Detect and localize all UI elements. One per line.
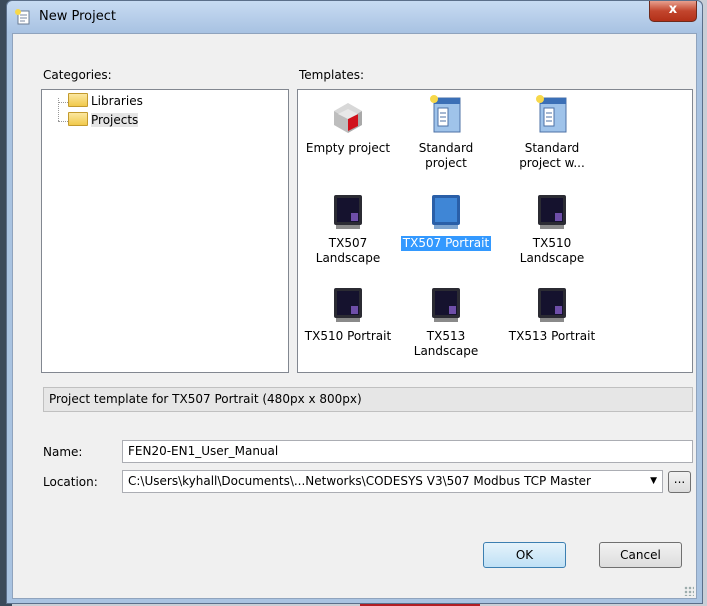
template-label: TX507 Portrait bbox=[400, 236, 492, 251]
dialog-title: New Project bbox=[39, 9, 116, 24]
panel-device-icon bbox=[432, 288, 460, 322]
tree-connector bbox=[58, 121, 68, 122]
templates-label: Templates: bbox=[299, 68, 365, 82]
template-item-tx510-landscape[interactable]: TX510 Landscape bbox=[504, 193, 600, 266]
categories-tree[interactable]: Libraries Projects bbox=[41, 89, 289, 373]
panel-device-icon bbox=[432, 195, 460, 229]
category-item-libraries[interactable]: Libraries bbox=[68, 93, 143, 110]
template-label: TX510 Portrait bbox=[304, 329, 392, 343]
categories-label: Categories: bbox=[43, 68, 112, 82]
standard-project-icon bbox=[536, 95, 567, 133]
tree-connector bbox=[58, 102, 68, 103]
template-label: Empty project bbox=[305, 141, 391, 155]
panel-device-icon bbox=[538, 195, 566, 229]
empty-project-icon bbox=[334, 103, 362, 133]
chevron-down-icon[interactable]: ▼ bbox=[650, 471, 657, 492]
panel-device-icon bbox=[538, 288, 566, 322]
template-item-empty-project[interactable]: Empty project bbox=[300, 100, 396, 156]
new-project-dialog: New Project x Categories: Libraries Proj… bbox=[6, 0, 703, 604]
location-label: Location: bbox=[43, 475, 98, 489]
templates-list[interactable]: Empty project Standard project Standard … bbox=[297, 89, 693, 373]
location-value: C:\Users\kyhall\Documents\...Networks\CO… bbox=[128, 474, 591, 488]
template-label: Standard project w... bbox=[519, 141, 585, 170]
template-item-tx507-landscape[interactable]: TX507 Landscape bbox=[300, 193, 396, 266]
template-item-tx507-portrait[interactable]: TX507 Portrait bbox=[398, 193, 494, 251]
template-label: TX510 Landscape bbox=[519, 236, 585, 265]
resize-grip-icon[interactable] bbox=[684, 586, 694, 596]
category-item-projects[interactable]: Projects bbox=[68, 112, 139, 129]
panel-device-icon bbox=[334, 195, 362, 229]
template-label: TX507 Landscape bbox=[315, 236, 381, 265]
template-label: TX513 Portrait bbox=[508, 329, 596, 343]
template-item-tx513-landscape[interactable]: TX513 Landscape bbox=[398, 286, 494, 359]
panel-device-icon bbox=[334, 288, 362, 322]
standard-project-icon bbox=[430, 95, 461, 133]
location-dropdown[interactable]: C:\Users\kyhall\Documents\...Networks\CO… bbox=[122, 470, 663, 493]
template-label: Standard project bbox=[418, 141, 474, 170]
new-project-icon bbox=[15, 9, 30, 25]
folder-icon bbox=[68, 112, 88, 126]
title-bar[interactable]: New Project x bbox=[7, 1, 702, 33]
name-label: Name: bbox=[43, 445, 83, 459]
name-field[interactable]: FEN20-EN1_User_Manual bbox=[122, 440, 693, 463]
template-item-tx513-portrait[interactable]: TX513 Portrait bbox=[504, 286, 600, 344]
close-button[interactable]: x bbox=[649, 1, 697, 22]
template-description: Project template for TX507 Portrait (480… bbox=[43, 387, 693, 412]
ok-button[interactable]: OK bbox=[483, 542, 566, 568]
folder-icon bbox=[68, 93, 88, 107]
template-item-standard-project-w[interactable]: Standard project w... bbox=[504, 94, 600, 171]
browse-button[interactable]: ... bbox=[668, 471, 691, 493]
template-label: TX513 Landscape bbox=[413, 329, 479, 358]
template-item-tx510-portrait[interactable]: TX510 Portrait bbox=[300, 286, 396, 344]
template-item-standard-project[interactable]: Standard project bbox=[398, 94, 494, 171]
cancel-button[interactable]: Cancel bbox=[599, 542, 682, 568]
dialog-body: Categories: Libraries Projects Templates… bbox=[12, 33, 697, 599]
